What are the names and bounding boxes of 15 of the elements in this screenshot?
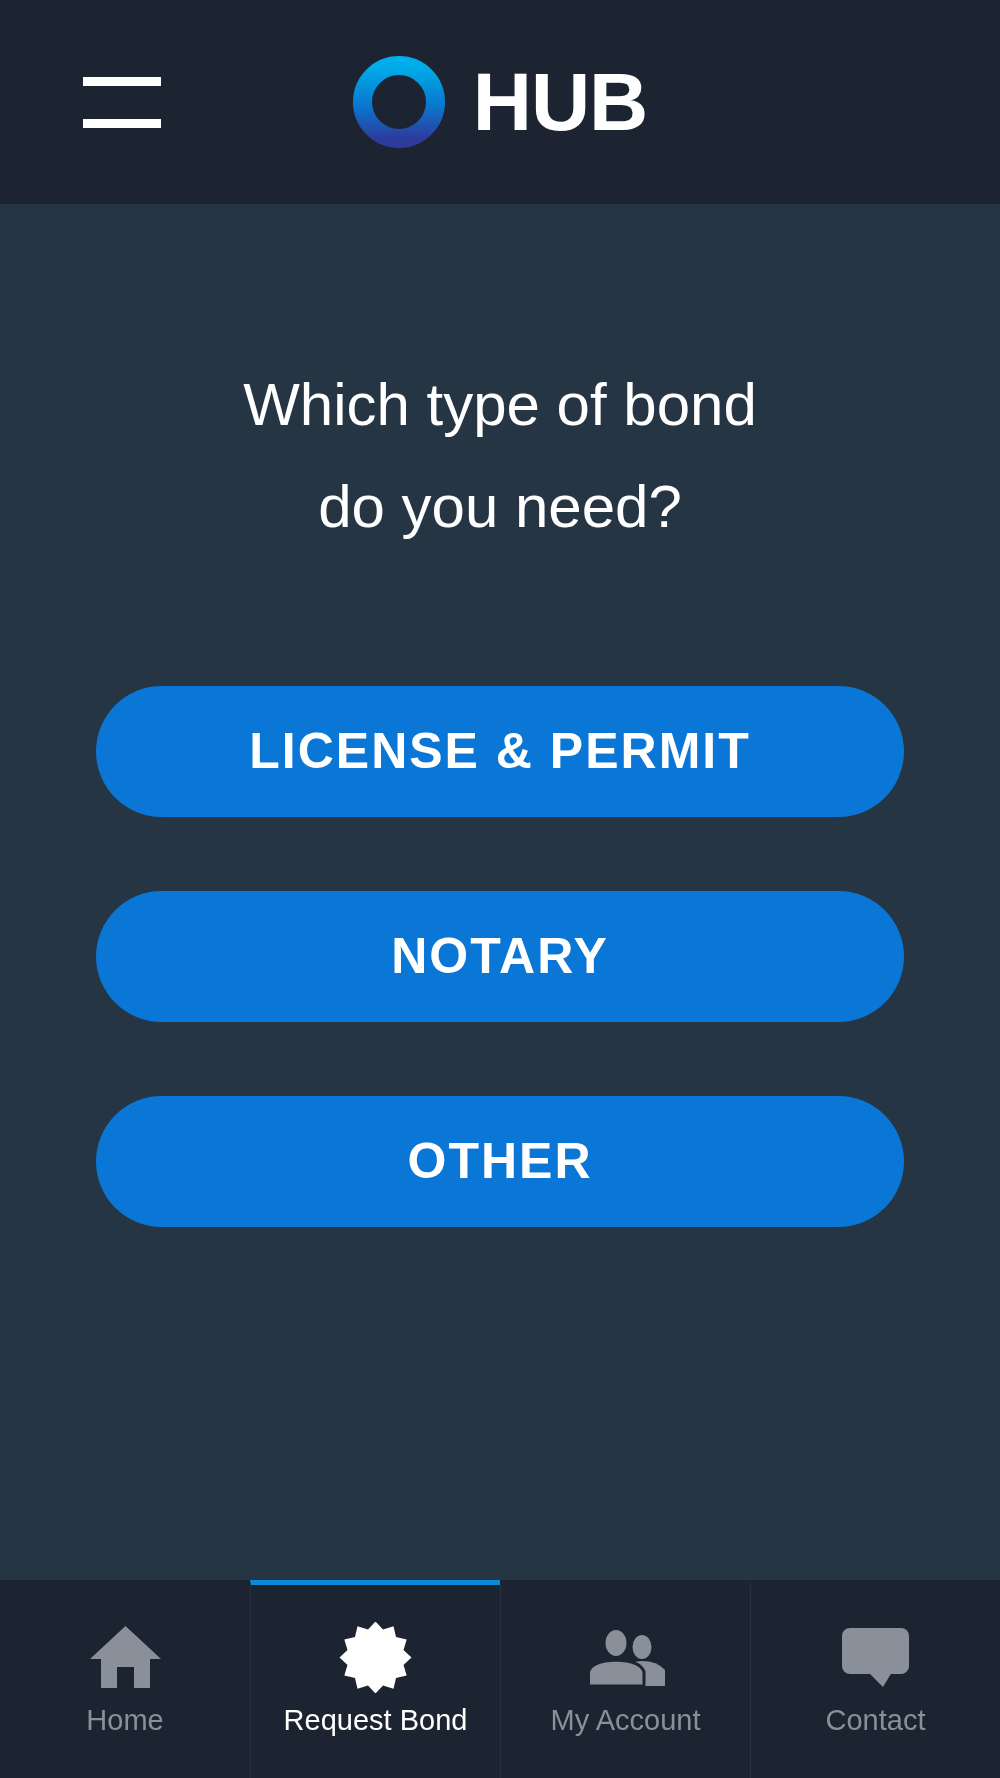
nav-tab[interactable]: My Account — [500, 1580, 750, 1778]
nav-tab[interactable]: Request Bond — [250, 1580, 500, 1778]
nav-tab[interactable]: Contact — [750, 1580, 1000, 1778]
nav-tab[interactable]: Home — [0, 1580, 250, 1778]
ring-icon — [352, 56, 445, 148]
home-icon — [89, 1626, 161, 1688]
menu-icon — [83, 76, 161, 128]
question-heading: Which type of bond do you need? — [242, 370, 758, 542]
bond-type-button[interactable]: NOTARY — [96, 891, 904, 1022]
speech-bubble-icon — [842, 1627, 909, 1687]
logo-text: HUB — [472, 61, 648, 143]
bond-type-button[interactable]: OTHER — [96, 1096, 904, 1227]
bond-type-button[interactable]: LICENSE & PERMIT — [96, 686, 904, 817]
menu-button[interactable] — [83, 76, 161, 128]
starburst-icon — [338, 1621, 413, 1693]
